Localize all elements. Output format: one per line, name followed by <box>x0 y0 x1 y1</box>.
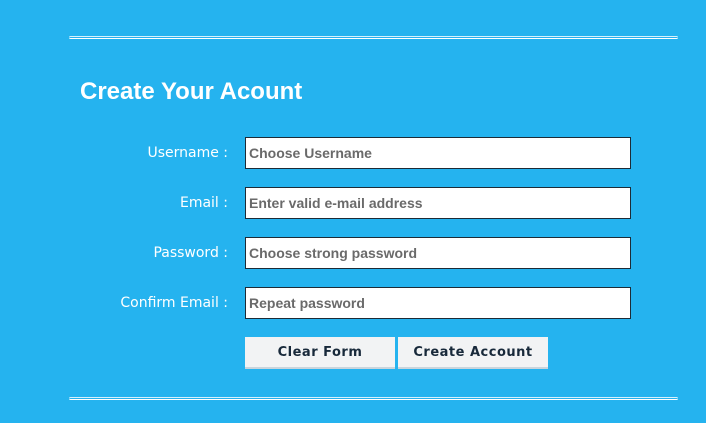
confirm-email-label: Confirm Email : <box>120 295 228 311</box>
page-title: Create Your Acount <box>80 78 303 105</box>
password-label: Password : <box>153 245 228 261</box>
username-row: Username : <box>0 137 706 169</box>
email-input[interactable] <box>245 187 631 219</box>
username-input[interactable] <box>245 137 631 169</box>
top-divider <box>69 36 678 39</box>
clear-form-button[interactable]: Clear Form <box>245 337 395 369</box>
password-input[interactable] <box>245 237 631 269</box>
confirm-row: Confirm Email : <box>0 287 706 319</box>
username-label: Username : <box>147 145 228 161</box>
bottom-divider <box>69 397 678 400</box>
confirm-password-input[interactable] <box>245 287 631 319</box>
email-row: Email : <box>0 187 706 219</box>
create-account-button[interactable]: Create Account <box>398 337 548 369</box>
password-row: Password : <box>0 237 706 269</box>
email-label: Email : <box>179 195 228 211</box>
